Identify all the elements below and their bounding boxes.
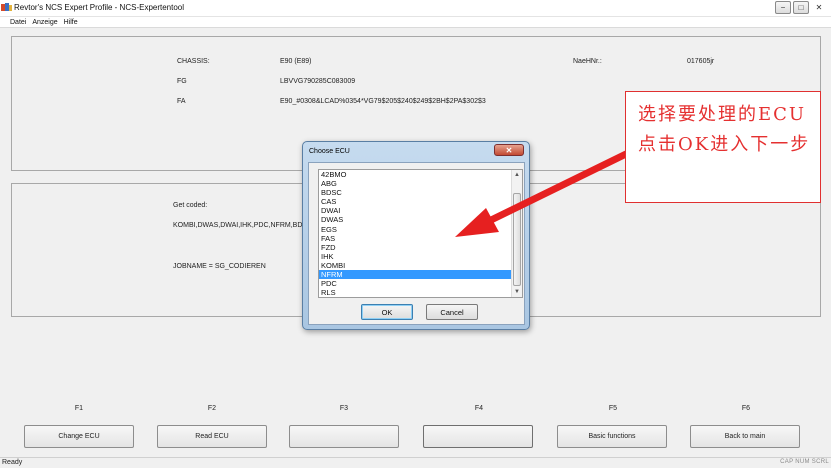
fa-label: FA <box>177 98 186 105</box>
status-text: Ready <box>2 459 23 466</box>
ecu-list-item[interactable]: DWAS <box>319 215 512 224</box>
ecu-list: 42BMO ABG BDSC CAS DWAI DWAS EGS FAS FZD IHK KOMBI… <box>319 170 512 297</box>
annotation-text: 选择要处理的ECU点击OK进入下一步 <box>638 104 811 155</box>
scroll-up-icon[interactable]: ▲ <box>512 170 522 180</box>
cancel-button[interactable]: Cancel <box>426 304 478 320</box>
ecu-list-item[interactable]: DWAI <box>319 206 512 215</box>
scroll-down-icon[interactable]: ▼ <box>512 287 522 297</box>
change-ecu-button[interactable]: Change ECU <box>24 425 134 448</box>
menu-anzeige[interactable]: Anzeige <box>32 19 57 26</box>
fkey-f1-label: F1 <box>74 405 84 412</box>
fkey-f4-label: F4 <box>474 405 484 412</box>
ecu-list-item[interactable]: CAS <box>319 197 512 206</box>
chassis-value: E90 (E89) <box>280 58 312 65</box>
ecu-list-item[interactable]: ABG <box>319 179 512 188</box>
dialog-title: Choose ECU <box>309 148 350 155</box>
ecu-list-item[interactable]: 42BMO <box>319 170 512 179</box>
listbox-scrollbar[interactable]: ▲ ▼ <box>511 170 522 297</box>
app-icon <box>1 3 12 11</box>
f3-button[interactable] <box>289 425 399 448</box>
fkey-f3-label: F3 <box>339 405 349 412</box>
ecu-list-item[interactable]: KOMBI <box>319 261 512 270</box>
nael-value: 017605jr <box>687 58 715 65</box>
menu-hilfe[interactable]: Hilfe <box>64 19 78 26</box>
back-to-main-button[interactable]: Back to main <box>690 425 800 448</box>
basic-functions-button[interactable]: Basic functions <box>557 425 667 448</box>
nael-label: NaeHNr.: <box>573 58 602 65</box>
ok-button[interactable]: OK <box>361 304 413 320</box>
window-title: Revtor's NCS Expert Profile - NCS-Expert… <box>14 3 185 12</box>
fkey-f5-label: F5 <box>608 405 618 412</box>
annotation-callout: 选择要处理的ECU点击OK进入下一步 <box>625 91 821 203</box>
ecu-list-item[interactable]: FZD <box>319 243 512 252</box>
menu-bar: Datei Anzeige Hilfe <box>0 17 831 28</box>
ecu-list-item[interactable]: RLS <box>319 288 512 297</box>
ecu-list-item[interactable]: BDSC <box>319 188 512 197</box>
menu-datei[interactable]: Datei <box>10 19 26 26</box>
fkey-f6-label: F6 <box>741 405 751 412</box>
ecu-list-item[interactable]: PDC <box>319 279 512 288</box>
dialog-body: 42BMO ABG BDSC CAS DWAI DWAS EGS FAS FZD IHK KOMBI… <box>308 162 525 325</box>
jobname-label: JOBNAME = SG_CODIEREN <box>173 263 266 270</box>
fkey-f2-label: F2 <box>207 405 217 412</box>
got-coded-label: Get coded: <box>173 202 208 209</box>
maximize-icon[interactable]: □ <box>793 1 809 14</box>
title-bar: Revtor's NCS Expert Profile - NCS-Expert… <box>0 0 831 17</box>
ecu-list-item[interactable]: FAS <box>319 234 512 243</box>
fg-value: LBVVG790285C083009 <box>280 78 356 85</box>
ecu-list-item[interactable]: IHK <box>319 252 512 261</box>
chassis-label: CHASSIS: <box>177 58 210 65</box>
read-ecu-button[interactable]: Read ECU <box>157 425 267 448</box>
window-controls: − □ ✕ <box>775 1 827 14</box>
scroll-thumb[interactable] <box>513 193 521 286</box>
ecu-listbox[interactable]: 42BMO ABG BDSC CAS DWAI DWAS EGS FAS FZD IHK KOMBI… <box>318 169 523 298</box>
keyboard-indicators: CAP NUM SCRL <box>780 459 829 465</box>
choose-ecu-dialog: Choose ECU ✕ 42BMO ABG BDSC CAS DWAI DWAS EGS F… <box>302 141 530 330</box>
status-bar: Ready CAP NUM SCRL <box>0 457 831 468</box>
fg-label: FG <box>177 78 187 85</box>
fa-value: E90_#0308&LCAD%0354*VG79$205$240$249$2BH… <box>280 98 486 105</box>
f4-button[interactable] <box>423 425 533 448</box>
ecu-list-item[interactable]: NFRM <box>319 270 512 280</box>
coded-ecu-list: KOMBI,DWAS,DWAI,IHK,PDC,NFRM,BDSC <box>173 222 313 229</box>
minimize-icon[interactable]: − <box>775 1 791 14</box>
close-icon[interactable]: ✕ <box>811 1 827 14</box>
ecu-list-item[interactable]: EGS <box>319 225 512 234</box>
dialog-close-icon[interactable]: ✕ <box>494 144 524 156</box>
